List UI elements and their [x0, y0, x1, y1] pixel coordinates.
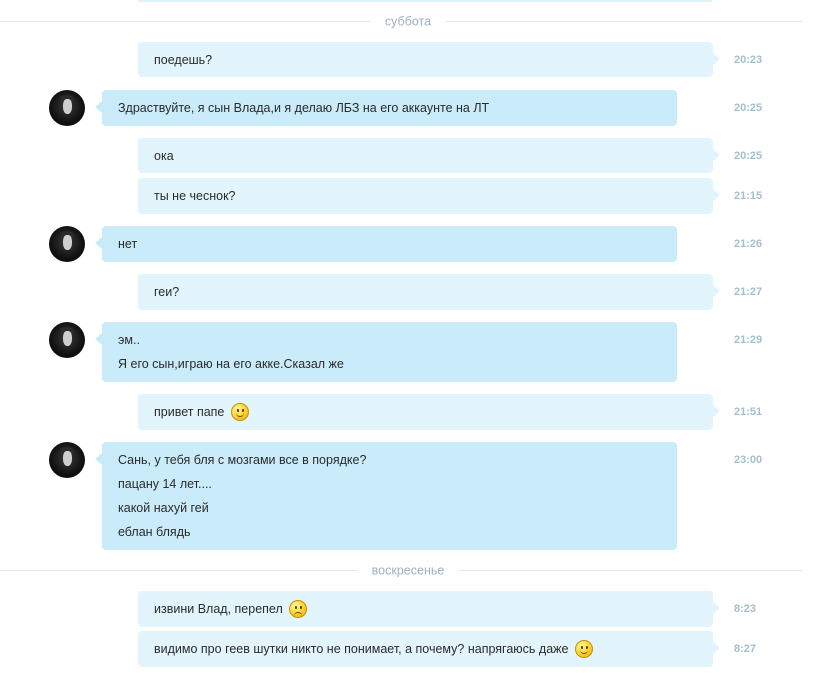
contact-avatar[interactable]: [49, 90, 85, 126]
message-text: поедешь?: [154, 53, 213, 67]
message-text: видимо про геев шутки никто не понимает,…: [154, 642, 569, 656]
previous-message-edge: [138, 0, 712, 2]
message-incoming[interactable]: эм.. Я его сын,играю на его акке.Сказал …: [95, 322, 677, 382]
message-outgoing[interactable]: видимо про геев шутки никто не понимает,…: [138, 631, 720, 667]
message-text: геи?: [154, 285, 180, 299]
message-text: пацану 14 лет....: [118, 477, 212, 491]
message-line: привет папе: [154, 402, 697, 427]
smile-emoji-icon: [230, 402, 249, 421]
message-timestamp: 20:25: [734, 102, 763, 114]
message-text: Я его сын,играю на его акке.Сказал же: [118, 357, 344, 371]
message-text: извини Влад, перепел: [154, 602, 283, 616]
message-timestamp: 21:29: [734, 334, 763, 346]
message-outgoing[interactable]: привет папе: [138, 394, 720, 430]
message-text: еблан блядь: [118, 525, 191, 539]
message-line: видимо про геев шутки никто не понимает,…: [154, 639, 697, 664]
contact-avatar[interactable]: [49, 322, 85, 358]
message-timestamp: 20:25: [734, 150, 763, 162]
message-text: ты не чеснок?: [154, 189, 236, 203]
smile-emoji-icon: [574, 639, 593, 658]
day-label-sunday: воскресенье: [357, 563, 459, 578]
message-timestamp: 21:27: [734, 286, 763, 298]
message-timestamp: 23:00: [734, 454, 763, 466]
message-outgoing[interactable]: ты не чеснок?: [138, 178, 720, 214]
message-timestamp: 21:15: [734, 190, 763, 202]
message-text: какой нахуй гей: [118, 501, 209, 515]
sad-emoji-icon: [289, 599, 308, 618]
message-incoming[interactable]: нет: [95, 226, 677, 262]
message-outgoing[interactable]: ока: [138, 138, 720, 173]
message-text: эм..: [118, 333, 140, 347]
message-outgoing[interactable]: геи?: [138, 274, 720, 310]
message-timestamp: 8:23: [734, 603, 757, 615]
message-incoming[interactable]: Сань, у тебя бля с мозгами все в порядке…: [95, 442, 677, 550]
message-outgoing[interactable]: поедешь?: [138, 42, 720, 77]
message-timestamp: 21:51: [734, 406, 763, 418]
message-outgoing[interactable]: извини Влад, перепел: [138, 591, 720, 627]
message-line: извини Влад, перепел: [154, 599, 697, 624]
contact-avatar[interactable]: [49, 226, 85, 262]
message-text: Сань, у тебя бля с мозгами все в порядке…: [118, 453, 367, 467]
message-timestamp: 20:23: [734, 54, 763, 66]
message-text: привет папе: [154, 405, 225, 419]
contact-avatar[interactable]: [49, 442, 85, 478]
message-incoming[interactable]: Здраствуйте, я сын Влада,и я делаю ЛБЗ н…: [95, 90, 677, 126]
message-timestamp: 8:27: [734, 643, 757, 655]
message-text: ока: [154, 149, 174, 163]
message-timestamp: 21:26: [734, 238, 763, 250]
day-label-saturday: суббота: [370, 14, 446, 29]
message-text: нет: [118, 237, 138, 251]
message-text: Здраствуйте, я сын Влада,и я делаю ЛБЗ н…: [118, 101, 490, 115]
